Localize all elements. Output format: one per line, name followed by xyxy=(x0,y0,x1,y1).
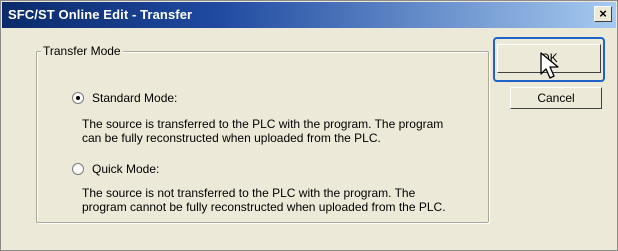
quick-mode-radio[interactable] xyxy=(72,163,84,175)
window-title: SFC/ST Online Edit - Transfer xyxy=(8,7,193,22)
radio-selected-dot xyxy=(76,96,80,100)
quick-mode-desc-line2: program cannot be fully reconstructed wh… xyxy=(82,200,446,214)
transfer-mode-legend: Transfer Mode xyxy=(41,44,123,58)
close-button[interactable]: × xyxy=(594,6,612,22)
standard-mode-desc-line2: can be fully reconstructed when uploaded… xyxy=(82,131,381,145)
standard-mode-radio[interactable] xyxy=(72,92,84,104)
title-bar: SFC/ST Online Edit - Transfer × xyxy=(2,2,616,28)
cancel-button[interactable]: Cancel xyxy=(510,87,602,109)
mouse-pointer-icon xyxy=(540,52,559,79)
standard-mode-desc-line1: The source is transferred to the PLC wit… xyxy=(82,117,444,131)
quick-mode-label: Quick Mode: xyxy=(92,162,160,176)
cancel-button-label: Cancel xyxy=(537,91,575,105)
quick-mode-desc-line1: The source is not transferred to the PLC… xyxy=(82,186,416,200)
standard-mode-label: Standard Mode: xyxy=(92,91,178,105)
